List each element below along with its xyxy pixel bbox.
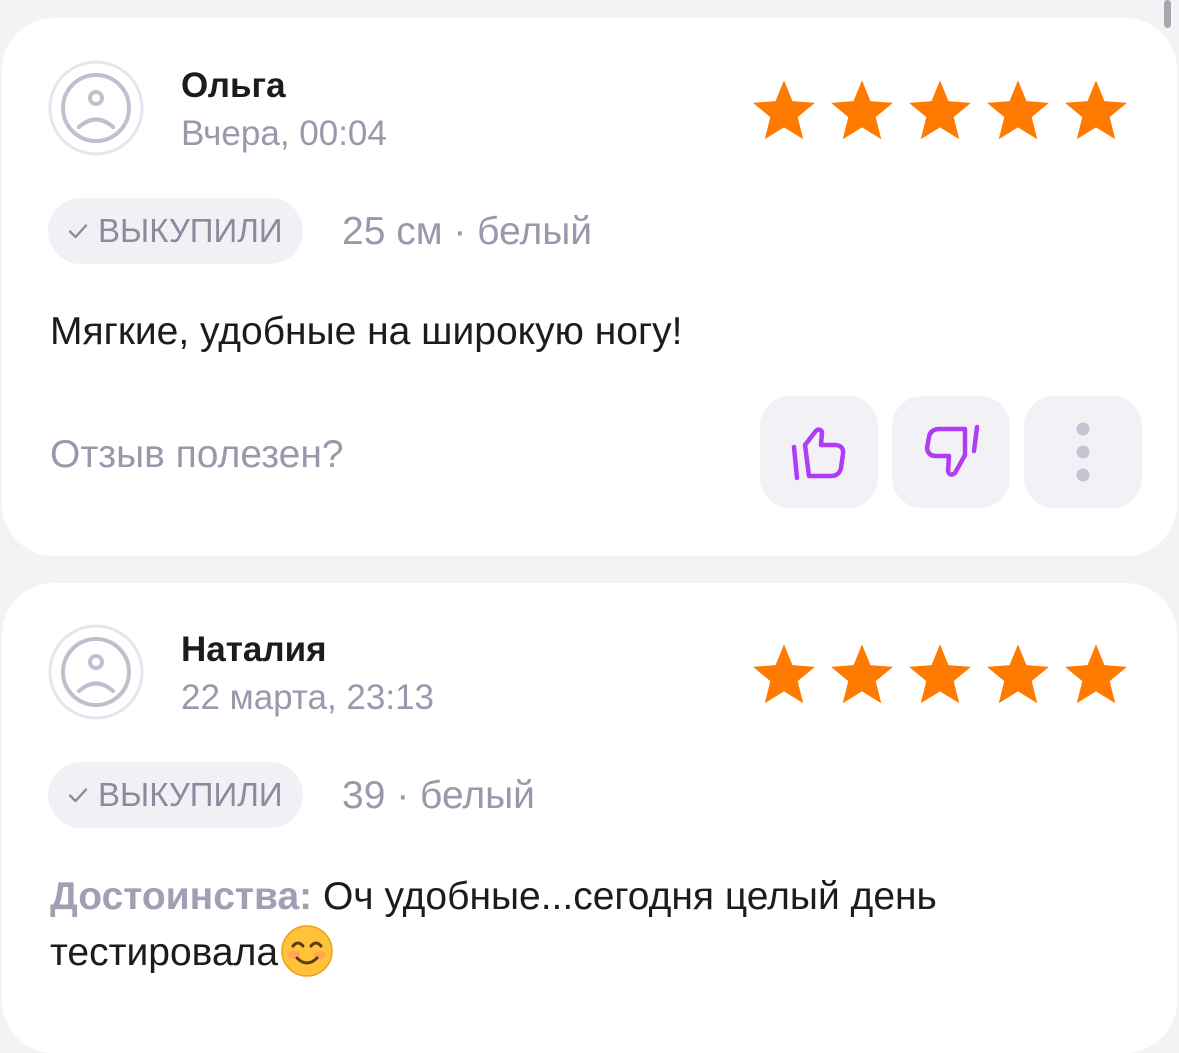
smiling-face-emoji	[281, 924, 333, 977]
thumbs-down-icon	[924, 424, 980, 477]
star-icon	[831, 80, 893, 140]
check-icon	[68, 788, 88, 803]
review-card: Ольга Вчера, 00:04 ВЫКУПИЛИ 25 см · белы…	[2, 18, 1177, 556]
purchased-badge: ВЫКУПИЛИ	[48, 762, 303, 828]
star-icon	[987, 80, 1049, 140]
star-icon	[909, 644, 971, 704]
review-date: 22 марта, 23:13	[181, 678, 435, 717]
purchased-badge: ВЫКУПИЛИ	[48, 198, 303, 264]
review-date: Вчера, 00:04	[181, 114, 387, 153]
product-variant: 25 см · белый	[342, 210, 593, 253]
review-card: Наталия 22 марта, 23:13 ВЫКУПИЛИ 39 · бе…	[2, 583, 1177, 1053]
helpful-question: Отзыв полезен?	[50, 433, 344, 476]
star-icon	[909, 80, 971, 140]
star-icon	[831, 644, 893, 704]
star-icon	[1065, 644, 1127, 704]
sad-face-avatar-icon	[48, 60, 144, 156]
review-author: Ольга	[181, 66, 286, 105]
more-options-button[interactable]	[1024, 396, 1142, 508]
review-pros: Достоинства: Оч удобные...сегодня целый …	[50, 869, 1110, 981]
check-icon	[68, 224, 88, 239]
star-icon	[753, 644, 815, 704]
review-author: Наталия	[181, 630, 327, 669]
more-vertical-icon	[1076, 422, 1090, 482]
star-icon	[987, 644, 1049, 704]
badge-label: ВЫКУПИЛИ	[98, 776, 283, 813]
dislike-button[interactable]	[892, 396, 1010, 508]
star-icon	[1065, 80, 1127, 140]
product-variant: 39 · белый	[342, 774, 535, 817]
star-icon	[753, 80, 815, 140]
thumbs-up-icon	[791, 427, 846, 481]
badge-label: ВЫКУПИЛИ	[98, 212, 283, 249]
rating-stars	[748, 76, 1132, 146]
scrollbar[interactable]	[1164, 0, 1171, 28]
review-text: Мягкие, удобные на широкую ногу!	[50, 310, 683, 353]
sad-face-avatar-icon	[48, 624, 144, 720]
like-button[interactable]	[760, 396, 878, 508]
pros-label: Достоинства:	[50, 875, 313, 918]
rating-stars	[748, 640, 1132, 710]
